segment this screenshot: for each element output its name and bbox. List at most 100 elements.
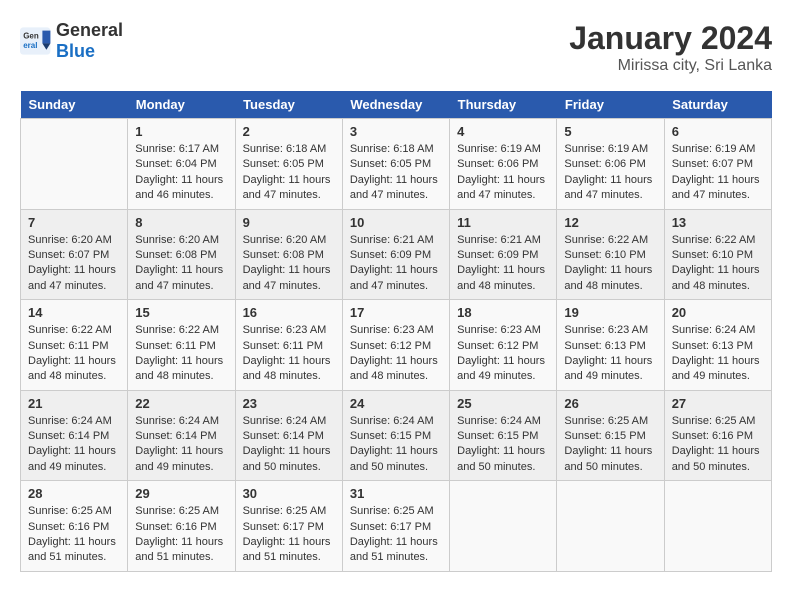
day-number: 7 (28, 215, 120, 230)
day-info: Sunrise: 6:19 AM Sunset: 6:07 PM Dayligh… (672, 142, 764, 204)
day-info: Sunrise: 6:24 AM Sunset: 6:14 PM Dayligh… (135, 414, 227, 476)
calendar-cell: 7 Sunrise: 6:20 AM Sunset: 6:07 PM Daylig… (21, 209, 128, 300)
page-header: Gen eral General Blue January 2024 Miris… (20, 20, 772, 75)
day-number: 30 (243, 486, 335, 501)
day-number: 25 (457, 396, 549, 411)
calendar-table: SundayMondayTuesdayWednesdayThursdayFrid… (20, 91, 772, 572)
calendar-cell: 2Sunrise: 6:18 AM Sunset: 6:05 PM Daylig… (235, 119, 342, 210)
day-info: Sunrise: 6:20 AM Sunset: 6:08 PM Dayligh… (135, 233, 227, 295)
calendar-cell (21, 119, 128, 210)
calendar-cell: 16 Sunrise: 6:23 AM Sunset: 6:11 PM Dayli… (235, 300, 342, 391)
calendar-cell (450, 481, 557, 572)
day-info: Sunrise: 6:18 AM Sunset: 6:05 PM Dayligh… (243, 142, 335, 204)
calendar-cell: 6 Sunrise: 6:19 AM Sunset: 6:07 PM Daylig… (664, 119, 771, 210)
day-number: 6 (672, 124, 764, 139)
day-number: 31 (350, 486, 442, 501)
day-info: Sunrise: 6:22 AM Sunset: 6:10 PM Dayligh… (672, 233, 764, 295)
calendar-cell: 25 Sunrise: 6:24 AM Sunset: 6:15 PM Dayli… (450, 390, 557, 481)
calendar-header: SundayMondayTuesdayWednesdayThursdayFrid… (21, 91, 772, 119)
logo-blue: Blue (56, 41, 95, 61)
day-info: Sunrise: 6:23 AM Sunset: 6:13 PM Dayligh… (564, 323, 656, 385)
calendar-week: 1Sunrise: 6:17 AM Sunset: 6:04 PM Daylig… (21, 119, 772, 210)
calendar-cell: 10Sunrise: 6:21 AM Sunset: 6:09 PM Dayli… (342, 209, 449, 300)
day-info: Sunrise: 6:18 AM Sunset: 6:05 PM Dayligh… (350, 142, 442, 204)
day-number: 14 (28, 305, 120, 320)
calendar-week: 14 Sunrise: 6:22 AM Sunset: 6:11 PM Dayli… (21, 300, 772, 391)
day-number: 20 (672, 305, 764, 320)
calendar-cell: 3Sunrise: 6:18 AM Sunset: 6:05 PM Daylig… (342, 119, 449, 210)
day-number: 17 (350, 305, 442, 320)
calendar-cell (557, 481, 664, 572)
header-day: Monday (128, 91, 235, 119)
calendar-week: 21 Sunrise: 6:24 AM Sunset: 6:14 PM Dayli… (21, 390, 772, 481)
day-info: Sunrise: 6:24 AM Sunset: 6:15 PM Dayligh… (457, 414, 549, 476)
day-number: 11 (457, 215, 549, 230)
day-info: Sunrise: 6:23 AM Sunset: 6:12 PM Dayligh… (457, 323, 549, 385)
day-info: Sunrise: 6:25 AM Sunset: 6:17 PM Dayligh… (350, 504, 442, 566)
day-number: 5 (564, 124, 656, 139)
svg-text:eral: eral (23, 41, 37, 50)
day-info: Sunrise: 6:24 AM Sunset: 6:13 PM Dayligh… (672, 323, 764, 385)
logo-text: General Blue (56, 20, 123, 62)
day-info: Sunrise: 6:23 AM Sunset: 6:12 PM Dayligh… (350, 323, 442, 385)
subtitle: Mirissa city, Sri Lanka (569, 57, 772, 75)
calendar-cell: 15 Sunrise: 6:22 AM Sunset: 6:11 PM Dayli… (128, 300, 235, 391)
header-day: Saturday (664, 91, 771, 119)
day-number: 13 (672, 215, 764, 230)
day-info: Sunrise: 6:21 AM Sunset: 6:09 PM Dayligh… (457, 233, 549, 295)
calendar-cell (664, 481, 771, 572)
calendar-cell: 28Sunrise: 6:25 AM Sunset: 6:16 PM Dayli… (21, 481, 128, 572)
calendar-cell: 1Sunrise: 6:17 AM Sunset: 6:04 PM Daylig… (128, 119, 235, 210)
calendar-cell: 19 Sunrise: 6:23 AM Sunset: 6:13 PM Dayli… (557, 300, 664, 391)
day-info: Sunrise: 6:22 AM Sunset: 6:10 PM Dayligh… (564, 233, 656, 295)
day-info: Sunrise: 6:19 AM Sunset: 6:06 PM Dayligh… (457, 142, 549, 204)
calendar-cell: 8 Sunrise: 6:20 AM Sunset: 6:08 PM Daylig… (128, 209, 235, 300)
calendar-cell: 4 Sunrise: 6:19 AM Sunset: 6:06 PM Daylig… (450, 119, 557, 210)
day-info: Sunrise: 6:19 AM Sunset: 6:06 PM Dayligh… (564, 142, 656, 204)
calendar-cell: 21 Sunrise: 6:24 AM Sunset: 6:14 PM Dayli… (21, 390, 128, 481)
day-info: Sunrise: 6:23 AM Sunset: 6:11 PM Dayligh… (243, 323, 335, 385)
day-info: Sunrise: 6:24 AM Sunset: 6:14 PM Dayligh… (243, 414, 335, 476)
day-number: 4 (457, 124, 549, 139)
day-number: 8 (135, 215, 227, 230)
day-number: 22 (135, 396, 227, 411)
day-info: Sunrise: 6:21 AM Sunset: 6:09 PM Dayligh… (350, 233, 442, 295)
day-number: 23 (243, 396, 335, 411)
calendar-cell: 20 Sunrise: 6:24 AM Sunset: 6:13 PM Dayli… (664, 300, 771, 391)
calendar-cell: 13 Sunrise: 6:22 AM Sunset: 6:10 PM Dayli… (664, 209, 771, 300)
calendar-cell: 22 Sunrise: 6:24 AM Sunset: 6:14 PM Dayli… (128, 390, 235, 481)
day-info: Sunrise: 6:17 AM Sunset: 6:04 PM Dayligh… (135, 142, 227, 204)
day-number: 9 (243, 215, 335, 230)
day-info: Sunrise: 6:24 AM Sunset: 6:15 PM Dayligh… (350, 414, 442, 476)
day-info: Sunrise: 6:20 AM Sunset: 6:07 PM Dayligh… (28, 233, 120, 295)
day-number: 15 (135, 305, 227, 320)
calendar-cell: 12Sunrise: 6:22 AM Sunset: 6:10 PM Dayli… (557, 209, 664, 300)
logo: Gen eral General Blue (20, 20, 123, 62)
calendar-cell: 9 Sunrise: 6:20 AM Sunset: 6:08 PM Daylig… (235, 209, 342, 300)
svg-text:Gen: Gen (23, 32, 39, 41)
header-day: Thursday (450, 91, 557, 119)
day-number: 21 (28, 396, 120, 411)
calendar-body: 1Sunrise: 6:17 AM Sunset: 6:04 PM Daylig… (21, 119, 772, 572)
day-info: Sunrise: 6:25 AM Sunset: 6:16 PM Dayligh… (28, 504, 120, 566)
calendar-week: 7 Sunrise: 6:20 AM Sunset: 6:07 PM Daylig… (21, 209, 772, 300)
calendar-cell: 29Sunrise: 6:25 AM Sunset: 6:16 PM Dayli… (128, 481, 235, 572)
calendar-cell: 23 Sunrise: 6:24 AM Sunset: 6:14 PM Dayli… (235, 390, 342, 481)
logo-general: General (56, 20, 123, 40)
day-info: Sunrise: 6:24 AM Sunset: 6:14 PM Dayligh… (28, 414, 120, 476)
day-info: Sunrise: 6:25 AM Sunset: 6:16 PM Dayligh… (135, 504, 227, 566)
calendar-week: 28Sunrise: 6:25 AM Sunset: 6:16 PM Dayli… (21, 481, 772, 572)
calendar-cell: 26Sunrise: 6:25 AM Sunset: 6:15 PM Dayli… (557, 390, 664, 481)
calendar-cell: 24Sunrise: 6:24 AM Sunset: 6:15 PM Dayli… (342, 390, 449, 481)
calendar-cell: 27Sunrise: 6:25 AM Sunset: 6:16 PM Dayli… (664, 390, 771, 481)
calendar-cell: 14Sunrise: 6:22 AM Sunset: 6:11 PM Dayli… (21, 300, 128, 391)
calendar-cell: 5 Sunrise: 6:19 AM Sunset: 6:06 PM Daylig… (557, 119, 664, 210)
day-info: Sunrise: 6:20 AM Sunset: 6:08 PM Dayligh… (243, 233, 335, 295)
day-info: Sunrise: 6:22 AM Sunset: 6:11 PM Dayligh… (135, 323, 227, 385)
calendar-cell: 30Sunrise: 6:25 AM Sunset: 6:17 PM Dayli… (235, 481, 342, 572)
calendar-cell: 11 Sunrise: 6:21 AM Sunset: 6:09 PM Dayli… (450, 209, 557, 300)
day-number: 27 (672, 396, 764, 411)
day-number: 16 (243, 305, 335, 320)
day-number: 19 (564, 305, 656, 320)
day-number: 26 (564, 396, 656, 411)
